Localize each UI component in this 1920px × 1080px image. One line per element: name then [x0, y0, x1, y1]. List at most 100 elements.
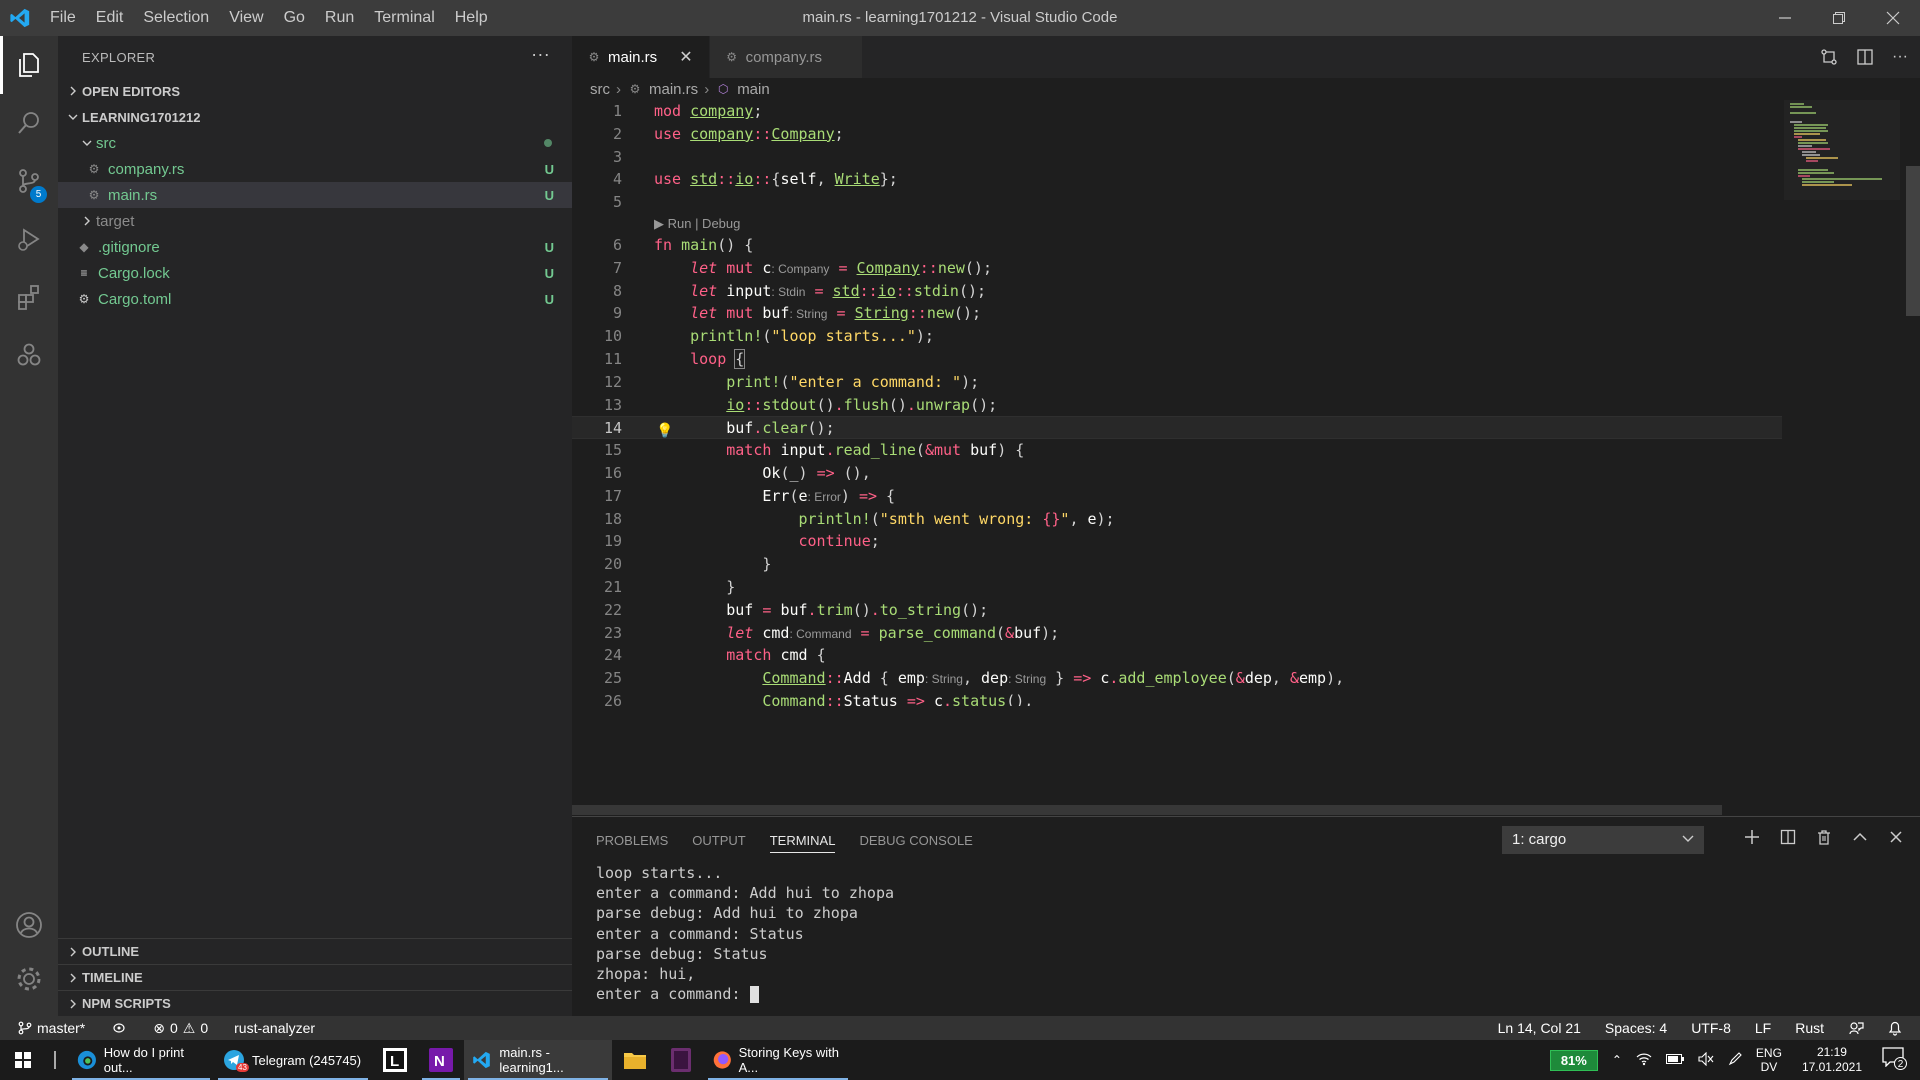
outline-section[interactable]: OUTLINE — [58, 938, 572, 964]
line-ending[interactable]: LF — [1755, 1020, 1771, 1036]
timeline-section[interactable]: TIMELINE — [58, 964, 572, 990]
tab-main-rs[interactable]: ⚙ main.rs ✕ — [572, 36, 710, 78]
battery-indicator[interactable]: 81% — [1549, 1049, 1598, 1071]
explorer-activity[interactable] — [0, 36, 58, 94]
taskbar-firefox[interactable]: Storing Keys with A... — [704, 1040, 852, 1080]
tab-debug-console[interactable]: DEBUG CONSOLE — [859, 833, 972, 848]
open-editors-section[interactable]: OPEN EDITORS — [58, 78, 572, 104]
menu-run[interactable]: Run — [315, 0, 364, 36]
code-text: Ok(_) => (), — [762, 463, 871, 482]
menu-edit[interactable]: Edit — [86, 0, 134, 36]
more-actions-icon[interactable]: ··· — [1892, 48, 1908, 66]
taskbar-vscode[interactable]: main.rs - learning1... — [464, 1040, 612, 1080]
tree-file-main[interactable]: ⚙ main.rs U — [58, 182, 572, 208]
notification-count: 2 — [1894, 1057, 1907, 1070]
encoding[interactable]: UTF-8 — [1691, 1020, 1731, 1036]
tab-company-rs[interactable]: ⚙ company.rs — [709, 36, 864, 78]
code-text: println!("smth went wrong: {}", e); — [798, 509, 1115, 528]
language-mode[interactable]: Rust — [1795, 1020, 1824, 1036]
bell-icon[interactable] — [1888, 1020, 1902, 1036]
horizontal-scrollbar[interactable] — [572, 805, 1722, 815]
menu-file[interactable]: File — [40, 0, 86, 36]
source-control-activity[interactable]: 5 — [0, 152, 58, 210]
git-branch-status[interactable]: master* — [18, 1020, 85, 1036]
pen-icon[interactable] — [1728, 1051, 1742, 1069]
close-window-button[interactable] — [1866, 0, 1920, 36]
npm-scripts-section[interactable]: NPM SCRIPTS — [58, 990, 572, 1016]
breadcrumb-folder[interactable]: src — [590, 81, 610, 98]
start-button[interactable] — [0, 1040, 46, 1080]
tab-output[interactable]: OUTPUT — [692, 833, 745, 848]
close-icon[interactable] — [1888, 829, 1904, 845]
extensions-activity[interactable] — [0, 268, 58, 326]
taskbar-telegram[interactable]: 43 Telegram (245745) — [214, 1040, 372, 1080]
breadcrumb-file[interactable]: main.rs — [649, 81, 698, 98]
menu-view[interactable]: View — [219, 0, 273, 36]
scrollbar-thumb[interactable] — [1906, 166, 1920, 316]
chevron-up-icon[interactable]: ⌃ — [1612, 1053, 1622, 1067]
outline-label: OUTLINE — [82, 944, 140, 959]
taskbar-explorer[interactable] — [612, 1040, 658, 1080]
restore-button[interactable] — [1812, 0, 1866, 36]
taskbar-onenote[interactable]: N — [418, 1040, 464, 1080]
chevron-up-icon[interactable] — [1852, 829, 1868, 845]
tree-file-company[interactable]: ⚙ company.rs U — [58, 156, 572, 182]
run-debug-codelens[interactable]: ▶ Run | Debug — [572, 214, 1782, 234]
manage-activity[interactable] — [0, 950, 58, 1008]
menu-selection[interactable]: Selection — [133, 0, 219, 36]
taskbar-app-l[interactable]: L — [372, 1040, 418, 1080]
tree-folder-target[interactable]: target — [58, 208, 572, 234]
taskbar-edge[interactable]: How do I print out... — [68, 1040, 214, 1080]
accounts-activity[interactable] — [0, 896, 58, 954]
tab-terminal[interactable]: TERMINAL — [769, 833, 836, 853]
wifi-icon[interactable] — [1636, 1052, 1652, 1069]
taskbar-app-book[interactable] — [658, 1040, 704, 1080]
cursor-position[interactable]: Ln 14, Col 21 — [1498, 1020, 1581, 1036]
vscode-icon — [473, 1051, 490, 1069]
breadcrumb-symbol[interactable]: main — [737, 81, 770, 98]
sync-status[interactable] — [111, 1021, 127, 1035]
lines-file-icon: ≡ — [80, 266, 88, 280]
tab-problems[interactable]: PROBLEMS — [596, 833, 668, 848]
feedback-icon[interactable] — [1848, 1020, 1864, 1036]
minimap[interactable] — [1782, 100, 1902, 706]
menu-go[interactable]: Go — [274, 0, 315, 36]
search-activity[interactable] — [0, 94, 58, 152]
clock[interactable]: 21:19 17.01.2021 — [1796, 1045, 1868, 1075]
project-section[interactable]: LEARNING1701212 — [58, 104, 572, 130]
notification-center-button[interactable]: 2 — [1882, 1047, 1908, 1073]
tree-file-cargo-lock[interactable]: ≡ Cargo.lock U — [58, 260, 572, 286]
more-actions-icon[interactable]: ··· — [531, 44, 550, 65]
language-indicator[interactable]: ENG DV — [1756, 1046, 1782, 1074]
menu-terminal[interactable]: Terminal — [364, 0, 444, 36]
split-terminal-icon[interactable] — [1780, 829, 1796, 845]
battery-icon[interactable] — [1665, 1053, 1684, 1067]
close-icon[interactable]: ✕ — [679, 47, 692, 67]
indentation[interactable]: Spaces: 4 — [1605, 1020, 1667, 1036]
remote-explorer-icon — [17, 343, 41, 366]
split-editor-icon[interactable] — [1856, 48, 1874, 66]
code-editor[interactable]: 1 mod company; 2 use company::Company; 3 4… — [572, 100, 1782, 706]
tree-item-label: main.rs — [108, 186, 158, 204]
open-changes-icon[interactable] — [1820, 48, 1838, 66]
run-debug-activity[interactable] — [0, 210, 58, 268]
terminal-select[interactable]: 1: cargo — [1502, 826, 1704, 854]
line-number: 14 — [603, 419, 622, 438]
plus-icon[interactable] — [1744, 829, 1760, 845]
minimize-button[interactable] — [1758, 0, 1812, 36]
problems-status[interactable]: ⊗ 0 ⚠ 0 — [153, 1020, 208, 1037]
task-view-button[interactable] — [46, 1040, 68, 1080]
trash-icon[interactable] — [1816, 829, 1832, 845]
vertical-scrollbar[interactable] — [1904, 100, 1920, 706]
terminal-output[interactable]: loop starts... enter a command: Add hui … — [572, 863, 1920, 1004]
tree-item-label: target — [96, 212, 135, 230]
tree-folder-src[interactable]: src — [58, 130, 572, 156]
tree-file-cargo-toml[interactable]: ⚙ Cargo.toml U — [58, 286, 572, 312]
tree-file-gitignore[interactable]: ◆ .gitignore U — [58, 234, 572, 260]
rust-analyzer-status[interactable]: rust-analyzer — [234, 1020, 315, 1036]
volume-muted-icon[interactable] — [1698, 1051, 1714, 1069]
code-line: 4 use std::io::{self, Write}; — [572, 168, 1782, 191]
menu-help[interactable]: Help — [445, 0, 498, 36]
remote-activity[interactable] — [0, 326, 58, 384]
svg-text:L: L — [390, 1053, 399, 1070]
